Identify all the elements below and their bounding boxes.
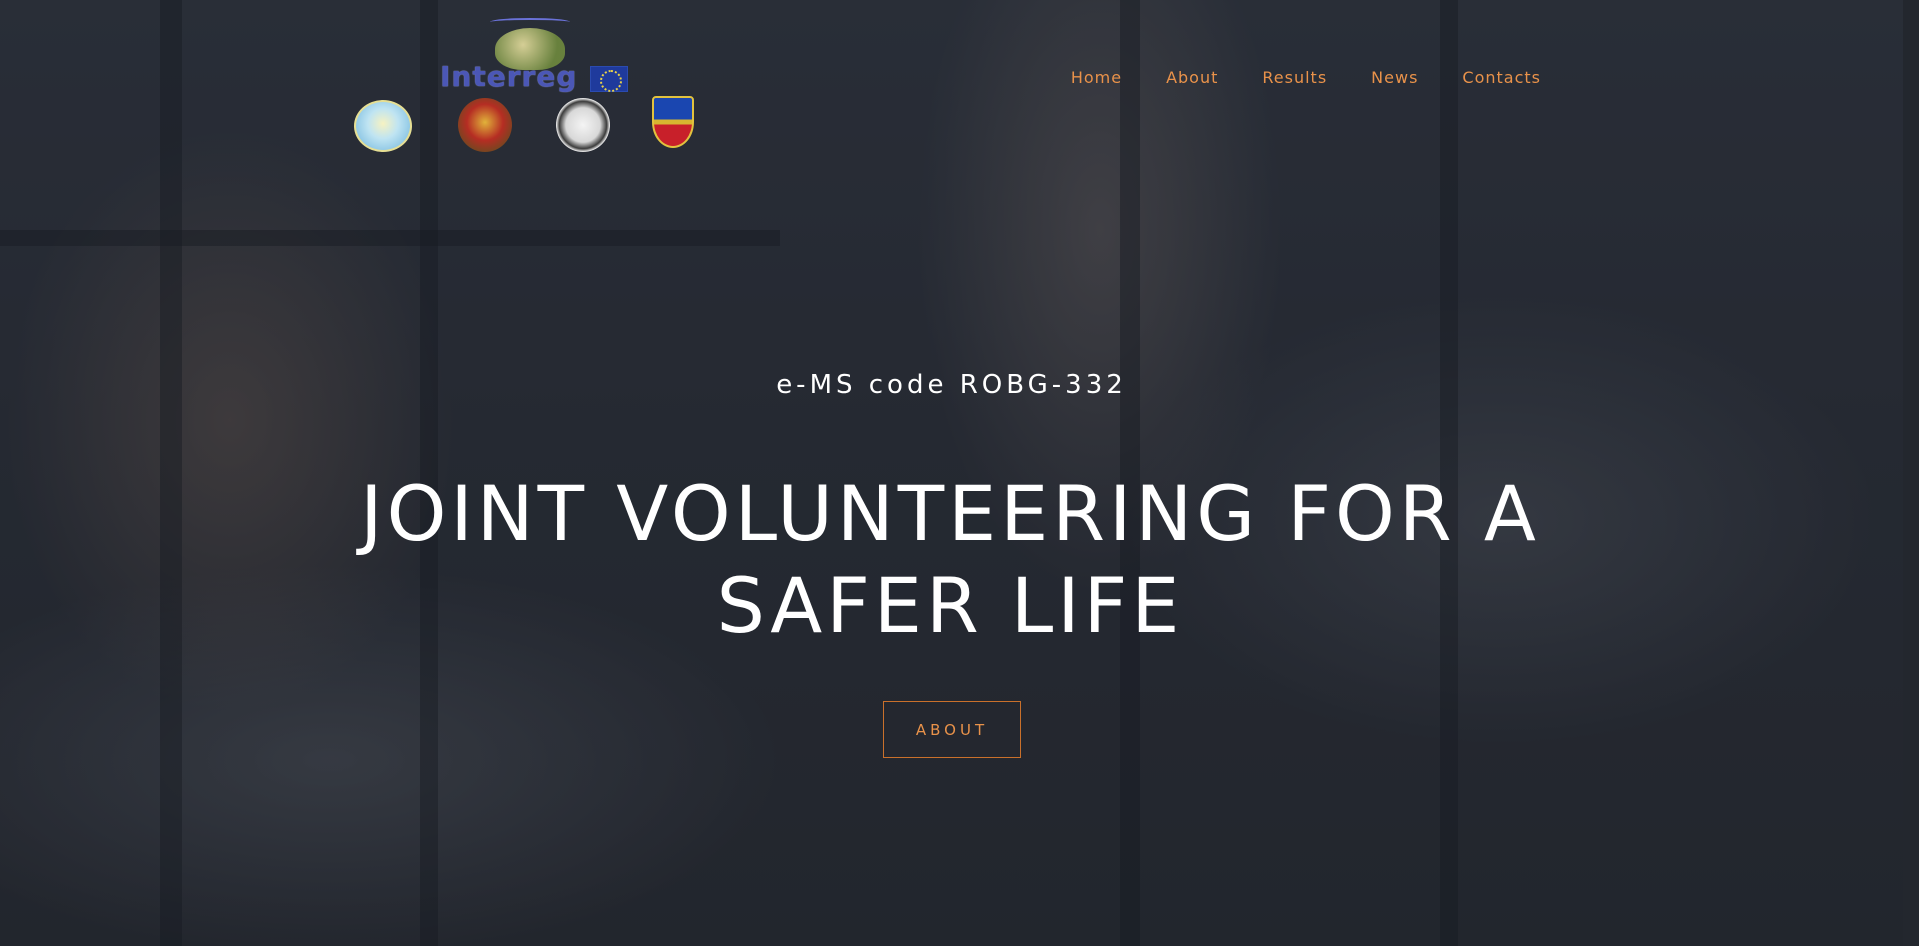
nav-home[interactable]: Home: [1071, 68, 1122, 87]
logo-arc-decoration: [490, 18, 570, 26]
nav-about[interactable]: About: [1166, 68, 1218, 87]
scrollbar-track[interactable]: [1903, 0, 1919, 946]
partner-emblem-1: [354, 100, 412, 152]
interreg-wordmark: Interreg: [440, 60, 578, 93]
hero-title: JOINT VOLUNTEERING FOR A SAFER LIFE: [360, 469, 1540, 650]
nav-results[interactable]: Results: [1262, 68, 1327, 87]
eu-flag-icon: [590, 66, 628, 92]
partner-emblem-4: [652, 96, 694, 148]
nav-news[interactable]: News: [1371, 68, 1418, 87]
hero-section: Interreg Home About Results News Contact…: [0, 0, 1919, 946]
partner-logos: Interreg: [352, 14, 712, 154]
partner-emblem-3: [556, 98, 610, 152]
partner-emblem-2: [458, 98, 512, 152]
interreg-logo[interactable]: Interreg: [440, 14, 630, 94]
nav-contacts[interactable]: Contacts: [1462, 68, 1541, 87]
about-button[interactable]: ABOUT: [883, 701, 1021, 758]
main-nav: Home About Results News Contacts: [1071, 68, 1541, 87]
hero-subtitle: e-MS code ROBG-332: [776, 370, 1127, 400]
